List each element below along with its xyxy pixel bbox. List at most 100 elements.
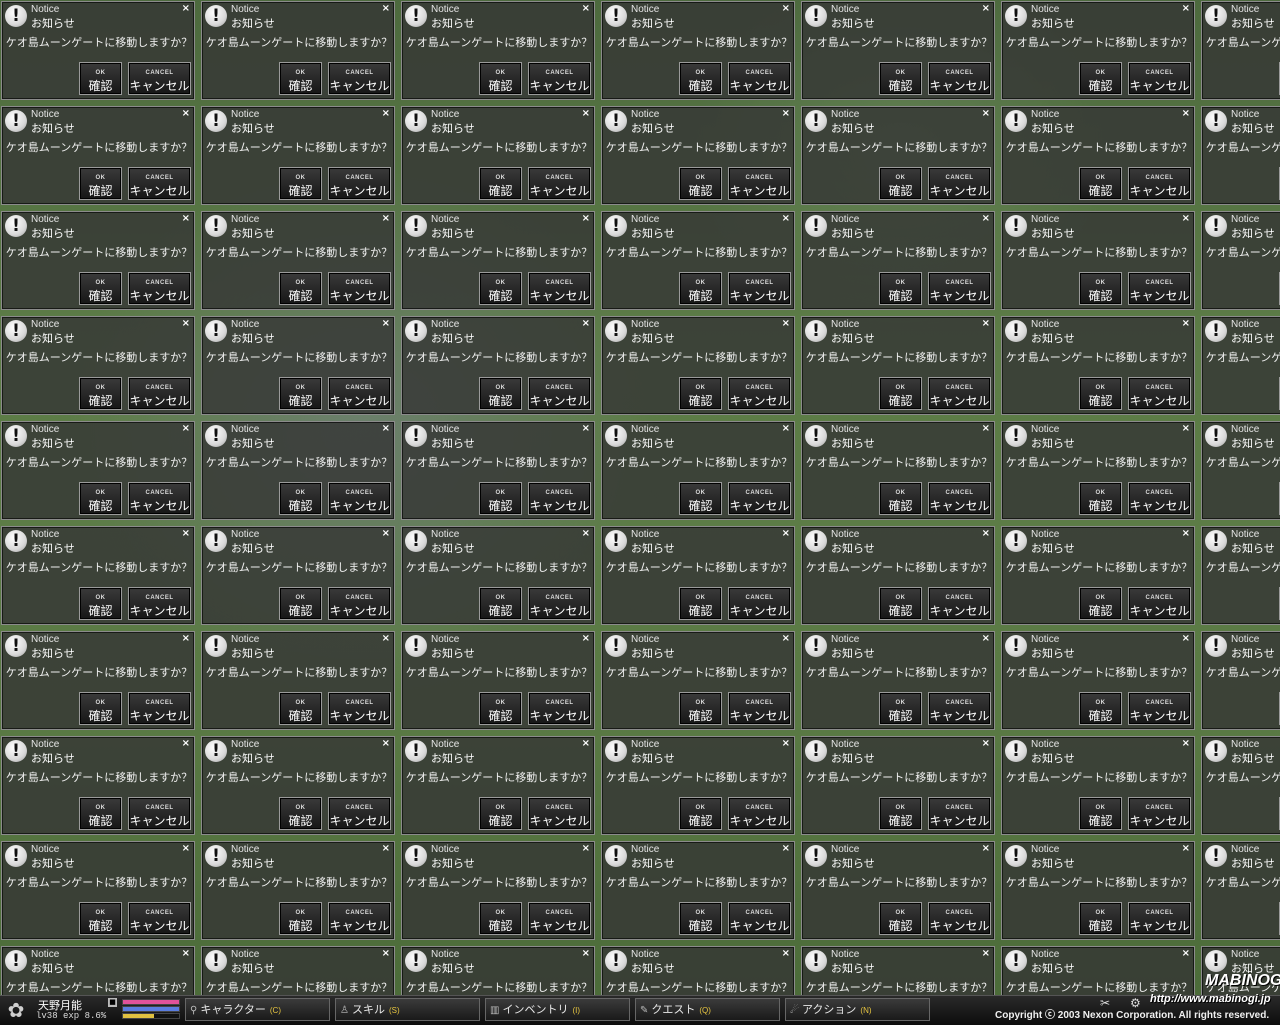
ok-button[interactable]: OK 確認	[279, 797, 322, 830]
ok-button[interactable]: OK 確認	[479, 167, 522, 200]
close-icon[interactable]: ×	[982, 633, 990, 644]
close-icon[interactable]: ×	[1182, 423, 1190, 434]
cancel-button[interactable]: CANCEL キャンセル	[728, 587, 791, 620]
close-icon[interactable]: ×	[382, 3, 390, 14]
cancel-button[interactable]: CANCEL キャンセル	[728, 482, 791, 515]
close-icon[interactable]: ×	[782, 528, 790, 539]
cancel-button[interactable]: CANCEL キャンセル	[928, 377, 991, 410]
close-icon[interactable]: ×	[1182, 843, 1190, 854]
cancel-button[interactable]: CANCEL キャンセル	[728, 62, 791, 95]
close-icon[interactable]: ×	[582, 528, 590, 539]
ok-button[interactable]: OK 確認	[1079, 482, 1122, 515]
cancel-button[interactable]: CANCEL キャンセル	[328, 62, 391, 95]
close-icon[interactable]: ×	[182, 633, 190, 644]
status-toggle-button[interactable]: ■	[108, 998, 117, 1007]
ok-button[interactable]: OK 確認	[679, 902, 722, 935]
ok-button[interactable]: OK 確認	[679, 272, 722, 305]
close-icon[interactable]: ×	[982, 213, 990, 224]
ok-button[interactable]: OK 確認	[479, 377, 522, 410]
cancel-button[interactable]: CANCEL キャンセル	[128, 377, 191, 410]
ok-button[interactable]: OK 確認	[79, 482, 122, 515]
cancel-button[interactable]: CANCEL キャンセル	[1128, 482, 1191, 515]
close-icon[interactable]: ×	[582, 423, 590, 434]
close-icon[interactable]: ×	[982, 3, 990, 14]
close-icon[interactable]: ×	[782, 633, 790, 644]
cancel-button[interactable]: CANCEL キャンセル	[1128, 692, 1191, 725]
ok-button[interactable]: OK 確認	[79, 692, 122, 725]
ok-button[interactable]: OK 確認	[1079, 692, 1122, 725]
ok-button[interactable]: OK 確認	[879, 167, 922, 200]
close-icon[interactable]: ×	[1182, 738, 1190, 749]
ok-button[interactable]: OK 確認	[1079, 797, 1122, 830]
site-url[interactable]: http://www.mabinogi.jp	[1150, 993, 1271, 1005]
cancel-button[interactable]: CANCEL キャンセル	[128, 272, 191, 305]
ok-button[interactable]: OK 確認	[1079, 62, 1122, 95]
ok-button[interactable]: OK 確認	[479, 797, 522, 830]
close-icon[interactable]: ×	[782, 213, 790, 224]
cancel-button[interactable]: CANCEL キャンセル	[528, 167, 591, 200]
ok-button[interactable]: OK 確認	[479, 62, 522, 95]
close-icon[interactable]: ×	[182, 528, 190, 539]
ok-button[interactable]: OK 確認	[279, 902, 322, 935]
close-icon[interactable]: ×	[382, 843, 390, 854]
cancel-button[interactable]: CANCEL キャンセル	[1128, 587, 1191, 620]
menu-button-4[interactable]: ✎ クエスト (Q)	[635, 998, 780, 1021]
close-icon[interactable]: ×	[1182, 213, 1190, 224]
ok-button[interactable]: OK 確認	[679, 377, 722, 410]
ok-button[interactable]: OK 確認	[1079, 167, 1122, 200]
cancel-button[interactable]: CANCEL キャンセル	[128, 797, 191, 830]
close-icon[interactable]: ×	[182, 948, 190, 959]
close-icon[interactable]: ×	[782, 738, 790, 749]
menu-button-3[interactable]: ▥ インベントリ (I)	[485, 998, 630, 1021]
ok-button[interactable]: OK 確認	[1079, 902, 1122, 935]
ok-button[interactable]: OK 確認	[479, 692, 522, 725]
ok-button[interactable]: OK 確認	[679, 797, 722, 830]
ok-button[interactable]: OK 確認	[279, 377, 322, 410]
character-emblem-icon[interactable]: ✿	[2, 997, 30, 1023]
ok-button[interactable]: OK 確認	[879, 692, 922, 725]
close-icon[interactable]: ×	[1182, 633, 1190, 644]
ok-button[interactable]: OK 確認	[279, 692, 322, 725]
ok-button[interactable]: OK 確認	[279, 587, 322, 620]
ok-button[interactable]: OK 確認	[79, 62, 122, 95]
ok-button[interactable]: OK 確認	[279, 272, 322, 305]
close-icon[interactable]: ×	[982, 843, 990, 854]
cancel-button[interactable]: CANCEL キャンセル	[928, 482, 991, 515]
cancel-button[interactable]: CANCEL キャンセル	[328, 482, 391, 515]
close-icon[interactable]: ×	[182, 318, 190, 329]
ok-button[interactable]: OK 確認	[679, 482, 722, 515]
ok-button[interactable]: OK 確認	[679, 692, 722, 725]
close-icon[interactable]: ×	[1182, 3, 1190, 14]
cancel-button[interactable]: CANCEL キャンセル	[528, 797, 591, 830]
close-icon[interactable]: ×	[582, 3, 590, 14]
ok-button[interactable]: OK 確認	[279, 167, 322, 200]
cancel-button[interactable]: CANCEL キャンセル	[328, 587, 391, 620]
cancel-button[interactable]: CANCEL キャンセル	[128, 167, 191, 200]
close-icon[interactable]: ×	[982, 423, 990, 434]
ok-button[interactable]: OK 確認	[879, 62, 922, 95]
cancel-button[interactable]: CANCEL キャンセル	[328, 272, 391, 305]
close-icon[interactable]: ×	[1182, 528, 1190, 539]
ok-button[interactable]: OK 確認	[879, 377, 922, 410]
ok-button[interactable]: OK 確認	[479, 587, 522, 620]
ok-button[interactable]: OK 確認	[79, 902, 122, 935]
cancel-button[interactable]: CANCEL キャンセル	[728, 692, 791, 725]
cancel-button[interactable]: CANCEL キャンセル	[328, 902, 391, 935]
ok-button[interactable]: OK 確認	[679, 167, 722, 200]
cancel-button[interactable]: CANCEL キャンセル	[328, 797, 391, 830]
cancel-button[interactable]: CANCEL キャンセル	[728, 902, 791, 935]
cancel-button[interactable]: CANCEL キャンセル	[928, 272, 991, 305]
close-icon[interactable]: ×	[182, 843, 190, 854]
ok-button[interactable]: OK 確認	[879, 272, 922, 305]
ok-button[interactable]: OK 確認	[879, 587, 922, 620]
close-icon[interactable]: ×	[582, 108, 590, 119]
close-icon[interactable]: ×	[782, 318, 790, 329]
cancel-button[interactable]: CANCEL キャンセル	[728, 272, 791, 305]
close-icon[interactable]: ×	[782, 3, 790, 14]
close-icon[interactable]: ×	[582, 318, 590, 329]
ok-button[interactable]: OK 確認	[79, 272, 122, 305]
close-icon[interactable]: ×	[582, 738, 590, 749]
cancel-button[interactable]: CANCEL キャンセル	[928, 167, 991, 200]
close-icon[interactable]: ×	[382, 423, 390, 434]
cancel-button[interactable]: CANCEL キャンセル	[528, 692, 591, 725]
